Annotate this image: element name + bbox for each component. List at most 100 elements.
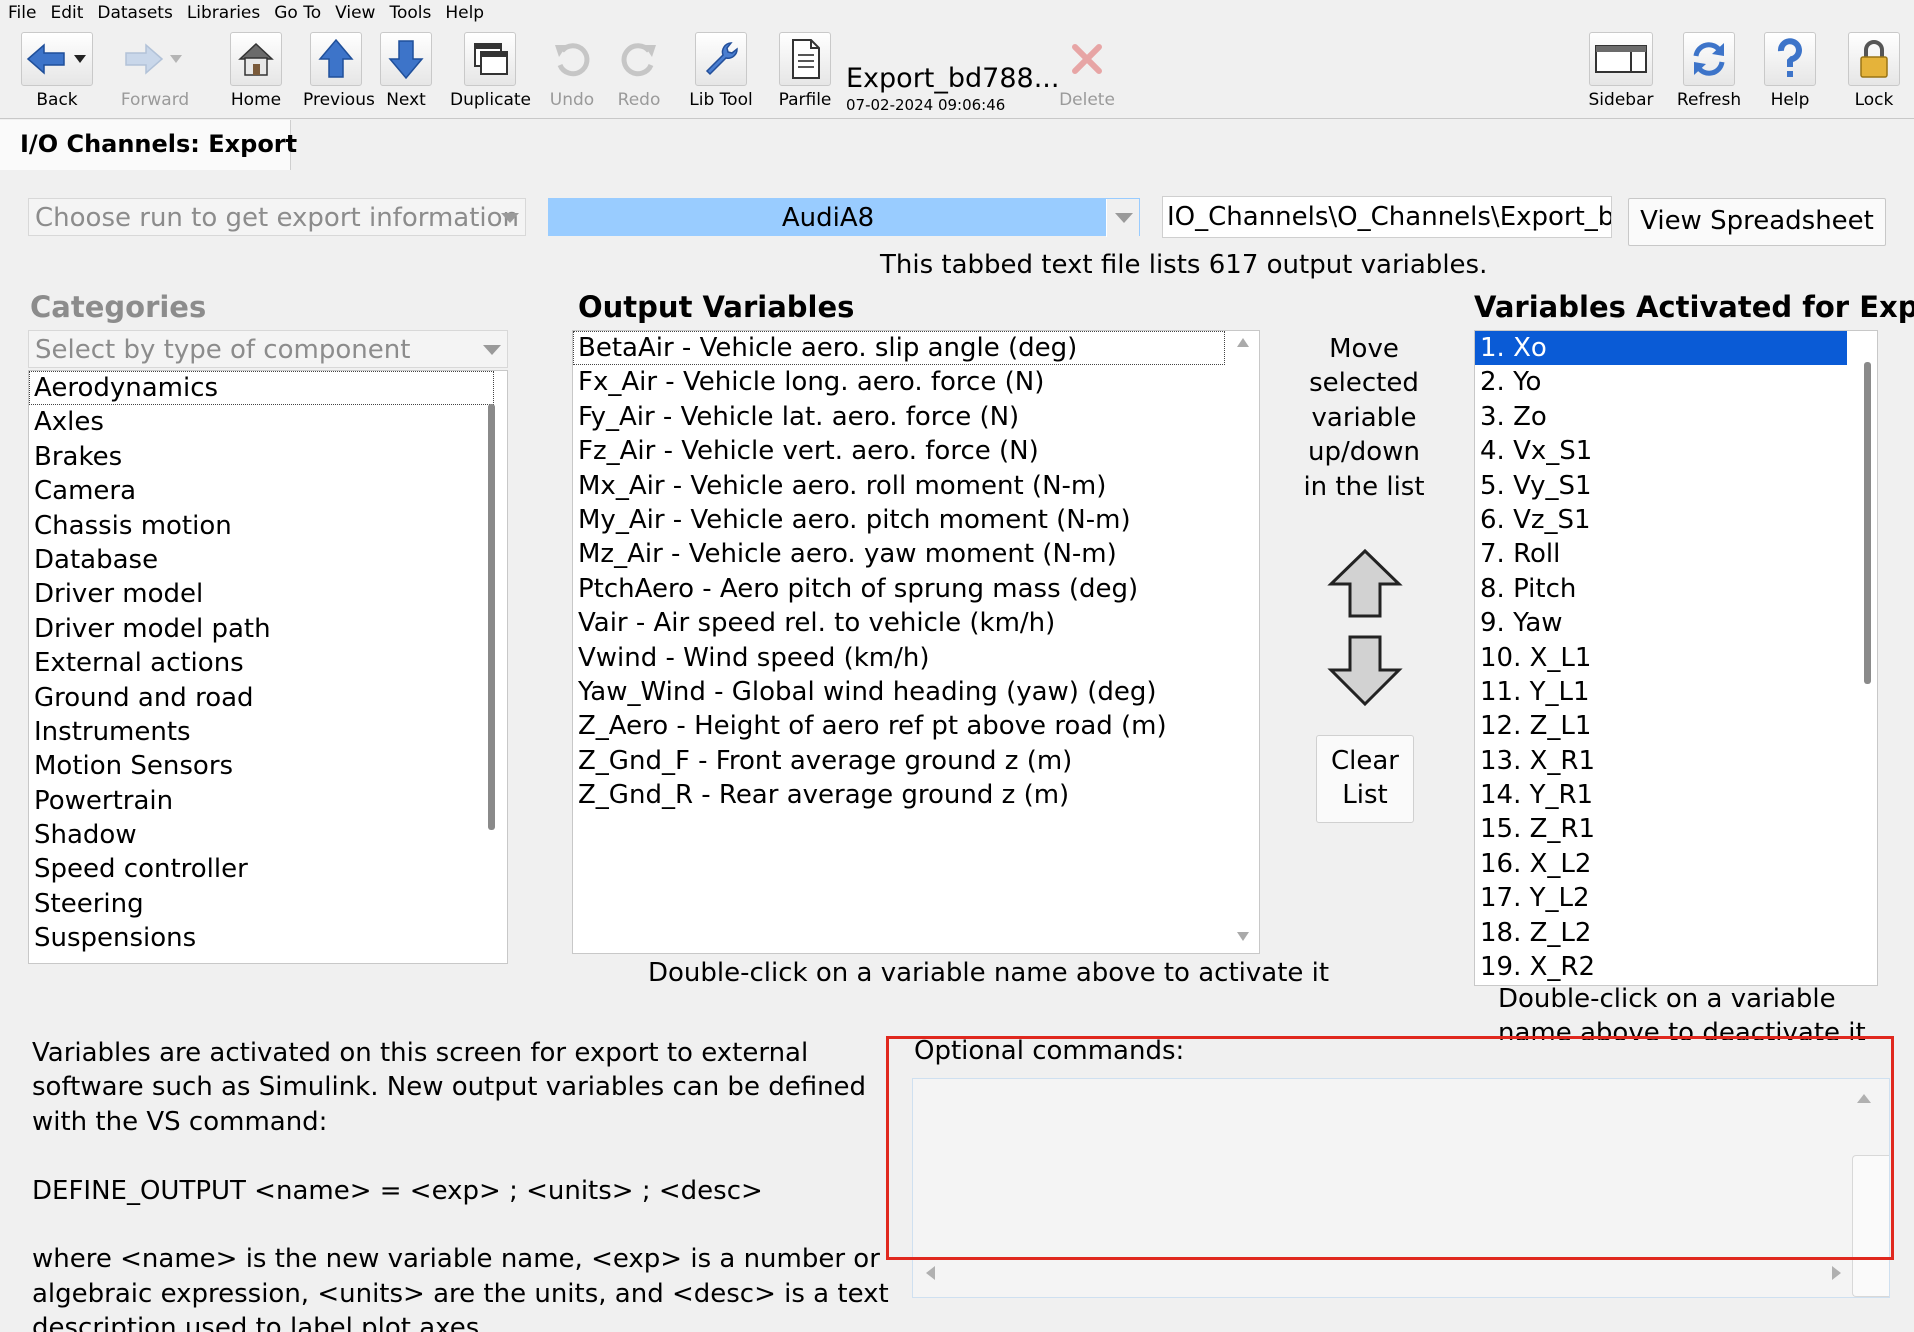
list-item[interactable]: PtchAero - Aero pitch of sprung mass (de… (573, 572, 1259, 606)
forward-button[interactable]: Forward (112, 32, 198, 118)
list-item[interactable]: Aerodynamics (29, 371, 494, 406)
list-item[interactable]: 3. Zo (1475, 400, 1877, 434)
list-item[interactable]: Suspensions (29, 921, 507, 955)
scroll-right-arrow-icon[interactable] (1832, 1266, 1841, 1280)
back-button[interactable]: Back (14, 32, 100, 118)
list-item[interactable]: 4. Vx_S1 (1475, 434, 1877, 468)
list-item[interactable]: 16. X_L2 (1475, 847, 1877, 881)
chevron-down-icon (501, 213, 519, 223)
list-item[interactable]: Fy_Air - Vehicle lat. aero. force (N) (573, 400, 1259, 434)
menu-view[interactable]: View (327, 0, 381, 25)
list-item[interactable]: Chassis motion (29, 509, 507, 543)
menu-datasets[interactable]: Datasets (89, 0, 178, 25)
list-item[interactable]: Z_Gnd_R - Rear average ground z (m) (573, 778, 1259, 812)
menu-tools[interactable]: Tools (381, 0, 437, 25)
list-item[interactable]: 15. Z_R1 (1475, 812, 1877, 846)
move-down-button[interactable] (1326, 632, 1404, 712)
categories-scrollbar[interactable] (488, 404, 495, 830)
component-type-select[interactable]: Select by type of component (28, 330, 508, 368)
list-item[interactable]: Ground and road (29, 681, 507, 715)
menu-help[interactable]: Help (437, 0, 490, 25)
list-item[interactable]: Z_Aero - Height of aero ref pt above roa… (573, 709, 1259, 743)
undo-icon (546, 32, 598, 86)
scroll-up-arrow-icon[interactable] (1237, 338, 1249, 347)
list-item[interactable]: Vwind - Wind speed (km/h) (573, 641, 1259, 675)
list-item[interactable]: Driver model (29, 577, 507, 611)
menu-goto[interactable]: Go To (266, 0, 327, 25)
output-variables-heading: Output Variables (578, 290, 855, 324)
list-item[interactable]: 14. Y_R1 (1475, 778, 1877, 812)
undo-button[interactable]: Undo (544, 32, 600, 118)
list-item[interactable]: Mx_Air - Vehicle aero. roll moment (N-m) (573, 469, 1259, 503)
list-item[interactable]: 12. Z_L1 (1475, 709, 1877, 743)
activated-scrollbar[interactable] (1864, 362, 1871, 684)
list-item[interactable]: 17. Y_L2 (1475, 881, 1877, 915)
list-item[interactable]: External actions (29, 646, 507, 680)
scroll-left-arrow-icon[interactable] (926, 1266, 935, 1280)
list-item[interactable]: Database (29, 543, 507, 577)
export-path-field[interactable]: IO_Channels\O_Channels\Export_bd (1162, 196, 1612, 238)
list-item[interactable]: Camera (29, 474, 507, 508)
list-item[interactable]: Speed controller (29, 852, 507, 886)
list-item[interactable]: 2. Yo (1475, 365, 1877, 399)
list-item[interactable]: Shadow (29, 818, 507, 852)
list-item[interactable]: Axles (29, 405, 507, 439)
list-item[interactable]: 7. Roll (1475, 537, 1877, 571)
list-item[interactable]: My_Air - Vehicle aero. pitch moment (N-m… (573, 503, 1259, 537)
delete-button[interactable]: Delete (1054, 32, 1120, 118)
list-item[interactable]: 11. Y_L1 (1475, 675, 1877, 709)
vehicle-select[interactable]: AudiA8 (548, 198, 1140, 237)
list-item[interactable]: 1. Xo (1475, 331, 1847, 366)
menu-libraries[interactable]: Libraries (179, 0, 266, 25)
list-item[interactable]: 18. Z_L2 (1475, 916, 1877, 950)
list-item[interactable]: Fx_Air - Vehicle long. aero. force (N) (573, 365, 1259, 399)
lock-button[interactable]: Lock (1846, 32, 1902, 118)
list-item[interactable]: 13. X_R1 (1475, 744, 1877, 778)
list-item[interactable]: 10. X_L1 (1475, 641, 1877, 675)
parfile-title: Export_bd788... (846, 63, 1060, 94)
home-icon (230, 32, 282, 86)
list-item[interactable]: Brakes (29, 440, 507, 474)
delete-x-icon (1061, 32, 1113, 86)
list-item[interactable]: Fz_Air - Vehicle vert. aero. force (N) (573, 434, 1259, 468)
list-item[interactable]: 6. Vz_S1 (1475, 503, 1877, 537)
lib-tool-button[interactable]: Lib Tool (686, 32, 756, 118)
refresh-button[interactable]: Refresh (1676, 32, 1742, 118)
run-select-label: Choose run to get export information (35, 203, 520, 233)
scroll-down-arrow-icon[interactable] (1237, 932, 1249, 941)
move-up-button[interactable] (1326, 548, 1404, 624)
menu-edit[interactable]: Edit (42, 0, 89, 25)
menu-file[interactable]: File (0, 0, 42, 25)
list-item[interactable]: Steering (29, 887, 507, 921)
help-button[interactable]: Help (1762, 32, 1818, 118)
list-item[interactable]: Yaw_Wind - Global wind heading (yaw) (de… (573, 675, 1259, 709)
list-item[interactable]: Vair - Air speed rel. to vehicle (km/h) (573, 606, 1259, 640)
redo-button[interactable]: Redo (612, 32, 666, 118)
categories-list[interactable]: Aerodynamics Axles Brakes Camera Chassis… (28, 370, 508, 964)
list-item[interactable]: BetaAir - Vehicle aero. slip angle (deg) (573, 331, 1225, 366)
list-item[interactable]: Z_Gnd_F - Front average ground z (m) (573, 744, 1259, 778)
export-info-text: This tabbed text file lists 617 output v… (880, 250, 1488, 280)
sidebar-button[interactable]: Sidebar (1588, 32, 1654, 118)
list-item[interactable]: 19. X_R2 (1475, 950, 1877, 984)
list-item[interactable]: Motion Sensors (29, 749, 507, 783)
activated-variables-list[interactable]: 1. Xo 2. Yo 3. Zo 4. Vx_S1 5. Vy_S1 6. V… (1474, 330, 1878, 986)
list-item[interactable]: Driver model path (29, 612, 507, 646)
list-item[interactable]: Powertrain (29, 784, 507, 818)
parfile-button[interactable]: Parfile (774, 32, 836, 118)
list-item[interactable]: Instruments (29, 715, 507, 749)
previous-button[interactable]: Previous (303, 32, 375, 118)
next-button[interactable]: Next (376, 32, 436, 118)
list-item[interactable]: 9. Yaw (1475, 606, 1877, 640)
duplicate-button[interactable]: Duplicate (450, 32, 531, 118)
list-item[interactable]: 8. Pitch (1475, 572, 1877, 606)
list-item[interactable]: 5. Vy_S1 (1475, 469, 1877, 503)
run-select[interactable]: Choose run to get export information (28, 198, 526, 236)
output-variables-list[interactable]: BetaAir - Vehicle aero. slip angle (deg)… (572, 330, 1260, 954)
view-spreadsheet-button[interactable]: View Spreadsheet (1628, 198, 1886, 246)
home-button[interactable]: Home (226, 32, 286, 118)
clear-list-button[interactable]: Clear List (1316, 735, 1414, 823)
deactivate-hint: Double-click on a variable name above to… (1498, 984, 1866, 1040)
categories-heading: Categories (30, 290, 207, 324)
list-item[interactable]: Mz_Air - Vehicle aero. yaw moment (N-m) (573, 537, 1259, 571)
